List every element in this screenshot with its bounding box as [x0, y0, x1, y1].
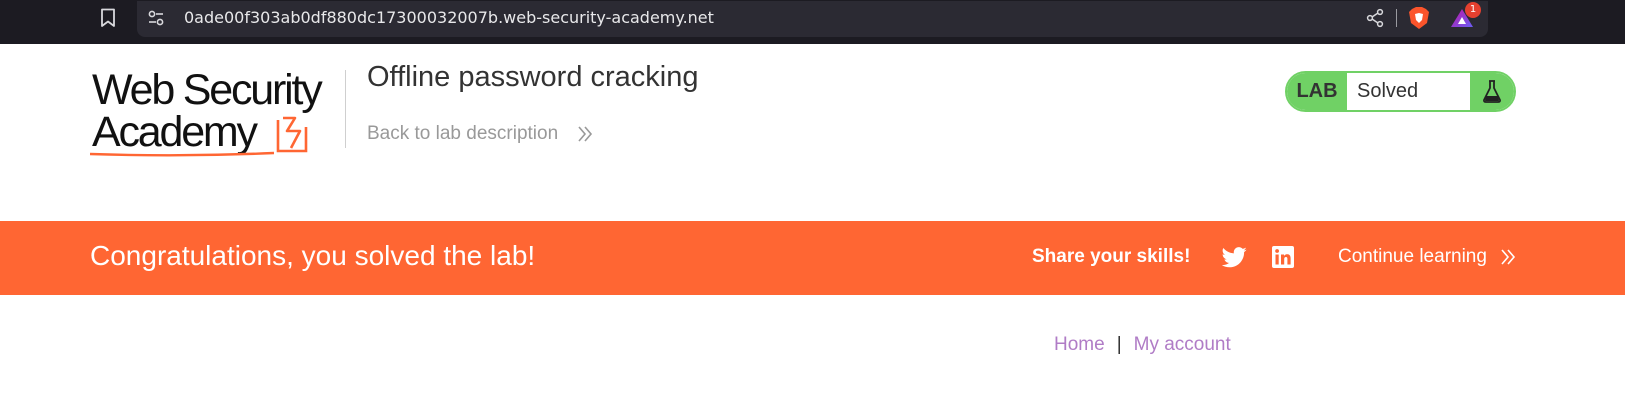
site-settings-icon[interactable] [147, 9, 165, 27]
nav-my-account-link[interactable]: My account [1134, 334, 1231, 355]
toolbar-divider [1396, 9, 1397, 27]
bookmark-icon[interactable] [100, 8, 116, 28]
lab-status-icon-box [1470, 73, 1514, 110]
lab-title: Offline password cracking [367, 61, 699, 93]
back-to-lab-description-link[interactable]: Back to lab description [367, 123, 558, 145]
congratulations-banner: Congratulations, you solved the lab! Sha… [0, 221, 1625, 295]
brave-shield-icon[interactable] [1408, 6, 1430, 30]
continue-learning-link[interactable]: Continue learning [1338, 246, 1487, 268]
linkedin-icon[interactable] [1272, 246, 1294, 268]
double-chevron-right-icon[interactable] [577, 124, 593, 144]
web-security-academy-logo[interactable]: Web Security Academy [90, 66, 342, 161]
congratulations-message: Congratulations, you solved the lab! [90, 240, 536, 271]
header-divider [345, 70, 346, 148]
lab-status-text: Solved [1357, 80, 1419, 102]
flask-icon [1483, 80, 1501, 103]
nav-separator: | [1116, 334, 1122, 355]
url-text[interactable]: 0ade00f303ab0df880dc17300032007b.web-sec… [184, 8, 714, 27]
logo-text-line2: Academy [92, 108, 258, 156]
twitter-icon[interactable] [1222, 247, 1247, 268]
double-chevron-right-icon[interactable] [1500, 247, 1516, 267]
logo-lightning-icon [276, 116, 308, 153]
logo-underline [90, 151, 274, 157]
share-icon[interactable] [1365, 8, 1385, 28]
lab-status-widget: LAB Solved [1285, 71, 1516, 112]
nav-home-link[interactable]: Home [1054, 334, 1105, 355]
lab-tag: LAB [1287, 73, 1347, 110]
share-skills-label: Share your skills! [1032, 246, 1191, 267]
top-nav: Home | My account [1054, 334, 1231, 356]
logo-text-line1: Web Security [92, 66, 323, 114]
browser-toolbar: 0ade00f303ab0df880dc17300032007b.web-sec… [0, 0, 1625, 44]
rewards-badge: 1 [1465, 2, 1481, 18]
